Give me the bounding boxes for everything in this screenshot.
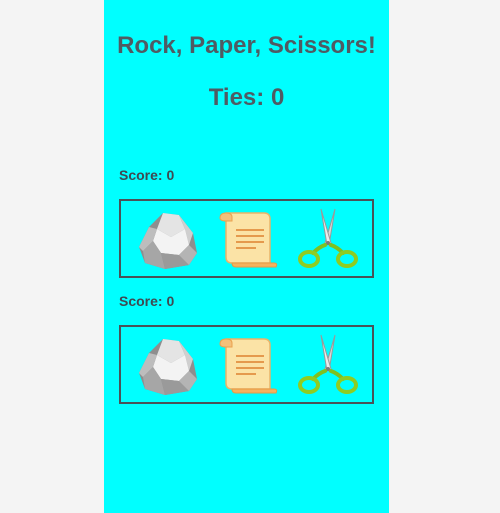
player-2-paper-button[interactable] (216, 333, 282, 397)
scissors-icon (295, 333, 361, 397)
rock-icon (135, 333, 201, 397)
player-1-choices (119, 199, 374, 278)
ties-counter: Ties: 0 (208, 84, 285, 111)
player-1-score: Score: 0 (119, 167, 175, 183)
player-1-paper-button[interactable] (216, 207, 282, 271)
player-2-choices (119, 325, 374, 404)
game-panel: Rock, Paper, Scissors! Ties: 0 Score: 0 … (104, 0, 389, 513)
scissors-icon (295, 207, 361, 271)
player-1-scissors-button[interactable] (295, 207, 361, 271)
paper-scroll-icon (216, 207, 282, 271)
player-2-scissors-button[interactable] (295, 333, 361, 397)
player-2-score: Score: 0 (119, 293, 175, 309)
player-1-rock-button[interactable] (135, 207, 201, 271)
game-title: Rock, Paper, Scissors! (117, 32, 376, 59)
paper-scroll-icon (216, 333, 282, 397)
player-2-rock-button[interactable] (135, 333, 201, 397)
rock-icon (135, 207, 201, 271)
